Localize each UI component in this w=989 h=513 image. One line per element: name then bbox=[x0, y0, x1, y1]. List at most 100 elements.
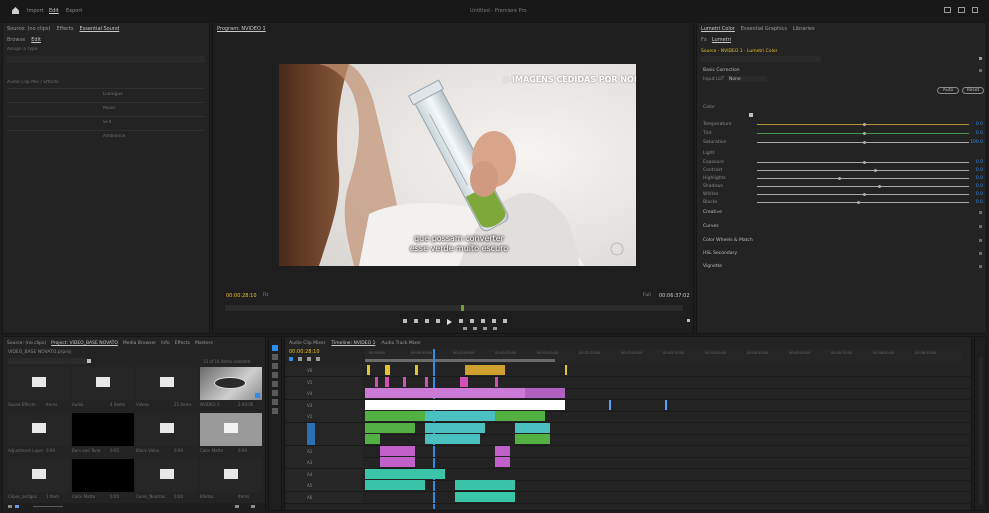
type-ambience[interactable]: Ambience bbox=[103, 134, 205, 141]
quality-dropdown[interactable]: Full bbox=[643, 293, 651, 298]
project-item-thumb[interactable] bbox=[8, 459, 70, 492]
slider-value-5[interactable]: 0.0 bbox=[976, 176, 983, 181]
tab-timeline[interactable]: Timeline: NVIDEO 1 bbox=[331, 341, 375, 346]
slider-value-7[interactable]: 0.0 bbox=[976, 192, 983, 197]
project-item-thumb[interactable] bbox=[72, 413, 134, 446]
timeline-clip[interactable] bbox=[415, 365, 418, 375]
slider-track-5[interactable] bbox=[757, 177, 969, 180]
timeline-timecode[interactable]: 00:00:28:10 bbox=[289, 349, 320, 355]
fit-dropdown[interactable]: Fit bbox=[263, 293, 268, 298]
tab-libraries[interactable]: Libraries bbox=[793, 26, 815, 32]
slip-tool-icon[interactable] bbox=[272, 381, 278, 387]
subtab-fx[interactable]: Fx bbox=[701, 37, 707, 43]
tab-essential-sound[interactable]: Essential Sound bbox=[79, 26, 119, 32]
tab-markers[interactable]: Markers bbox=[195, 341, 213, 346]
effect-dropdown[interactable] bbox=[701, 56, 821, 62]
new-item-icon[interactable] bbox=[235, 505, 239, 508]
tab-audio-track-mixer[interactable]: Audio Track Mixer bbox=[381, 341, 421, 346]
basic-correction-header[interactable]: Basic Correction bbox=[703, 68, 740, 73]
slider-track-1[interactable] bbox=[757, 132, 969, 135]
slider-knob-3[interactable] bbox=[863, 161, 866, 164]
project-item-thumb[interactable] bbox=[200, 459, 262, 492]
home-icon[interactable] bbox=[12, 7, 19, 14]
subtab-browse[interactable]: Browse bbox=[7, 37, 25, 43]
section-hsl-secondary[interactable]: HSL Secondary bbox=[703, 251, 737, 256]
ripple-edit-tool-icon[interactable] bbox=[272, 363, 278, 369]
project-item-thumb[interactable] bbox=[136, 367, 198, 400]
color-wheels-toggle-icon[interactable] bbox=[979, 239, 982, 242]
type-tool-icon[interactable] bbox=[272, 408, 278, 414]
workspace-tab-edit[interactable]: Edit bbox=[49, 8, 59, 14]
timeline-clip[interactable] bbox=[425, 411, 495, 421]
timeline-clip[interactable] bbox=[425, 376, 428, 387]
track-header[interactable]: A5 bbox=[285, 480, 363, 491]
timeline-clip[interactable] bbox=[495, 445, 510, 456]
timeline-clip[interactable] bbox=[365, 399, 565, 410]
timeline-clip[interactable] bbox=[460, 376, 468, 387]
track-header[interactable]: V4 bbox=[285, 388, 363, 399]
tab-info[interactable]: Info bbox=[161, 341, 170, 346]
slider-value-8[interactable]: 0.0 bbox=[976, 200, 983, 205]
slider-value-1[interactable]: 0.0 bbox=[976, 131, 983, 136]
track-header[interactable]: A3 bbox=[285, 457, 363, 468]
section-color-wheels[interactable]: Color Wheels & Match bbox=[703, 238, 753, 243]
timeline-clip[interactable] bbox=[425, 422, 485, 433]
timeline-clip[interactable] bbox=[385, 365, 390, 375]
slider-value-6[interactable]: 0.0 bbox=[976, 184, 983, 189]
slider-track-7[interactable] bbox=[757, 193, 969, 196]
timeline-clip[interactable] bbox=[365, 468, 445, 479]
slider-knob-2[interactable] bbox=[863, 141, 866, 144]
track-select-tool-icon[interactable] bbox=[272, 354, 278, 360]
slider-knob-4[interactable] bbox=[873, 169, 877, 172]
timeline-clip[interactable] bbox=[365, 411, 425, 421]
tab-source-2[interactable]: Source: (no clips) bbox=[7, 341, 46, 346]
panel-menu-icon[interactable] bbox=[979, 57, 982, 60]
add-marker-icon[interactable] bbox=[307, 357, 311, 361]
timeline-clip[interactable] bbox=[525, 388, 565, 398]
slider-knob-5[interactable] bbox=[837, 177, 841, 180]
timeline-clip[interactable] bbox=[367, 365, 370, 375]
project-item-thumb[interactable] bbox=[72, 459, 134, 492]
project-item-thumb[interactable] bbox=[8, 413, 70, 446]
slider-track-0[interactable] bbox=[757, 123, 969, 126]
type-dialogue[interactable]: Dialogue bbox=[103, 92, 205, 99]
quick-export-icon[interactable] bbox=[958, 7, 965, 13]
export-frame-icon[interactable] bbox=[503, 319, 507, 323]
fullscreen-icon[interactable] bbox=[972, 7, 978, 13]
section-creative[interactable]: Creative bbox=[703, 210, 722, 215]
slider-value-4[interactable]: 0.0 bbox=[976, 168, 983, 173]
program-tab-label[interactable]: Program: NVIDEO 1 bbox=[217, 26, 266, 32]
list-view-icon[interactable] bbox=[8, 505, 12, 508]
creative-toggle-icon[interactable] bbox=[979, 211, 982, 214]
timeline-clip[interactable] bbox=[495, 457, 510, 467]
slider-knob-0[interactable] bbox=[863, 123, 866, 126]
slider-knob-1[interactable] bbox=[863, 132, 866, 135]
extract-icon[interactable] bbox=[492, 319, 496, 323]
step-forward-icon[interactable] bbox=[459, 319, 463, 323]
section-curves[interactable]: Curves bbox=[703, 224, 719, 229]
tab-essential-graphics[interactable]: Essential Graphics bbox=[741, 26, 787, 32]
track-header[interactable]: A6 bbox=[285, 491, 363, 503]
track-header[interactable]: V2 bbox=[285, 411, 363, 422]
mark-out-icon[interactable] bbox=[414, 319, 418, 323]
slider-value-2[interactable]: 100.0 bbox=[970, 140, 983, 145]
track-header[interactable]: A1 bbox=[285, 434, 363, 445]
project-item-thumb[interactable] bbox=[200, 367, 262, 400]
timeline-clip[interactable] bbox=[495, 376, 498, 387]
workspace-tab-import[interactable]: Import bbox=[27, 8, 44, 14]
slider-track-8[interactable] bbox=[757, 201, 969, 204]
safe-margins-icon[interactable] bbox=[493, 327, 497, 330]
workspaces-icon[interactable] bbox=[944, 7, 951, 13]
project-item-thumb[interactable] bbox=[72, 367, 134, 400]
timeline-clip[interactable] bbox=[375, 376, 378, 387]
timeline-clip[interactable] bbox=[365, 480, 425, 490]
track-header[interactable]: A4 bbox=[285, 468, 363, 480]
tab-lumetri-color[interactable]: Lumetri Color bbox=[701, 26, 735, 32]
type-music[interactable]: Music bbox=[103, 106, 205, 113]
monitor-scrubber[interactable] bbox=[225, 305, 683, 311]
track-header[interactable]: V6 bbox=[285, 365, 363, 376]
snap-icon[interactable] bbox=[289, 357, 293, 361]
lift-icon[interactable] bbox=[481, 319, 485, 323]
timeline-clip[interactable] bbox=[495, 411, 545, 421]
basic-correction-toggle-icon[interactable] bbox=[979, 69, 982, 72]
